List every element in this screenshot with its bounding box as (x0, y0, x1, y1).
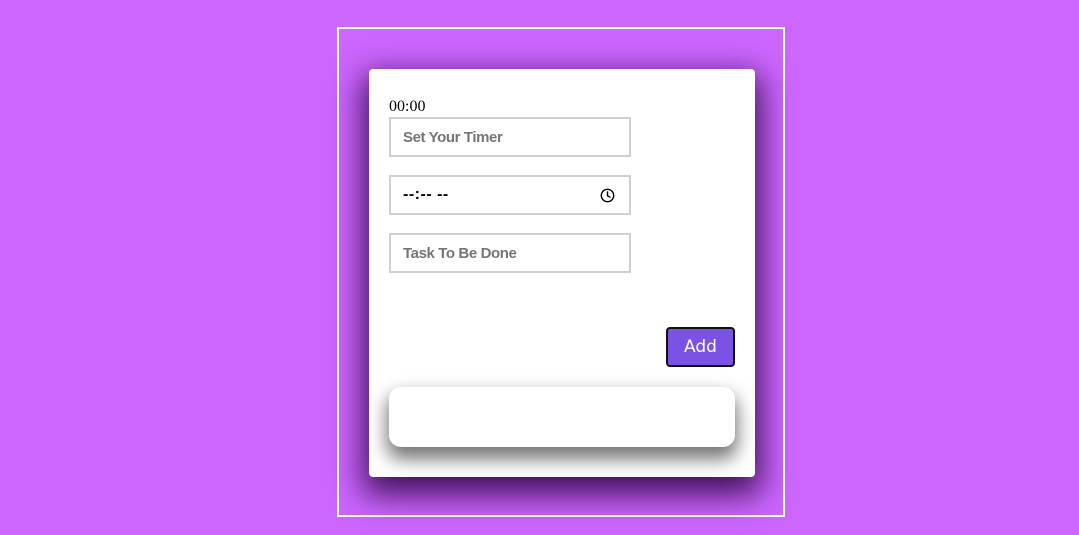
set-timer-input[interactable] (389, 117, 631, 157)
add-button[interactable]: Add (666, 327, 735, 367)
time-input-value: --:-- -- (403, 186, 449, 203)
timer-card: 00:00 --:-- -- Add (369, 69, 755, 477)
clock-icon[interactable] (600, 188, 615, 203)
task-input[interactable] (389, 233, 631, 273)
task-list (389, 387, 735, 447)
time-input[interactable]: --:-- -- (389, 175, 631, 215)
timer-display: 00:00 (389, 98, 426, 115)
